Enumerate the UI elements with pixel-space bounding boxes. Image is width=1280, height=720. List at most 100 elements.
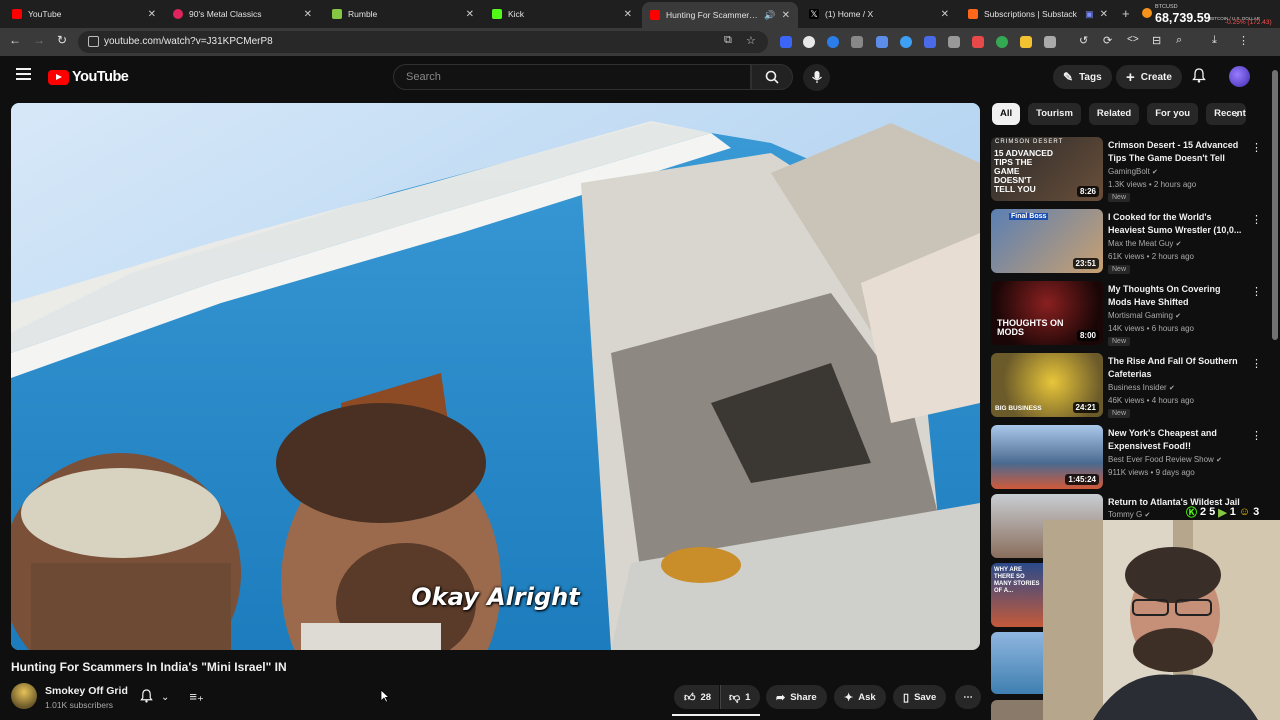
menu-dots-icon[interactable]: ⋮ xyxy=(1238,34,1249,47)
more-vertical-icon[interactable]: ⋮ xyxy=(1251,141,1262,154)
chip-tourism[interactable]: Tourism xyxy=(1028,103,1081,125)
video-thumbnail[interactable]: WHY ARE THERE SO MANY STORIES OF A... xyxy=(991,563,1043,627)
channel-name[interactable]: Smokey Off Grid xyxy=(45,685,128,697)
recommendation-title[interactable]: I Cooked for the World's Heaviest Sumo W… xyxy=(1108,211,1243,237)
recommendation-channel[interactable]: Tommy G ✔ xyxy=(1108,510,1150,519)
extension-icon[interactable] xyxy=(924,36,936,48)
browser-tab[interactable]: 𝕏 (1) Home / X ✕ xyxy=(801,3,957,25)
chip-all[interactable]: All xyxy=(992,103,1021,125)
screenshot-icon[interactable]: ⊟ xyxy=(1152,34,1161,47)
extension-icon[interactable] xyxy=(876,36,888,48)
more-vertical-icon[interactable]: ⋮ xyxy=(1251,285,1262,298)
extension-icon[interactable] xyxy=(803,36,815,48)
recommendation-title[interactable]: Crimson Desert - 15 Advanced Tips The Ga… xyxy=(1108,139,1243,165)
youtube-logo[interactable]: YouTube xyxy=(48,69,129,85)
reload-icon[interactable]: ↻ xyxy=(57,33,67,47)
like-button[interactable]: 👍︎ 28 xyxy=(674,685,720,709)
search-box[interactable] xyxy=(393,64,751,90)
recommendation-item[interactable]: 1:45:24 New York's Cheapest and Expensiv… xyxy=(991,425,1271,493)
search-button[interactable] xyxy=(751,64,793,90)
video-thumbnail[interactable] xyxy=(991,632,1043,694)
recommendation-channel[interactable]: Max the Meat Guy ✔ xyxy=(1108,239,1181,248)
download-icon[interactable]: ⤓ xyxy=(1212,34,1217,47)
more-vertical-icon[interactable]: ⋮ xyxy=(1251,357,1262,370)
close-tab-icon[interactable]: ✕ xyxy=(624,9,632,20)
video-thumbnail[interactable]: 1:45:24 xyxy=(991,425,1103,489)
create-button[interactable]: + Create xyxy=(1116,65,1182,89)
recommendation-title[interactable]: New York's Cheapest and Expensivest Food… xyxy=(1108,427,1243,453)
zoom-icon[interactable]: ⌕ xyxy=(1176,34,1182,47)
video-thumbnail[interactable]: Final Boss 23:51 xyxy=(991,209,1103,273)
extension-icon[interactable] xyxy=(851,36,863,48)
bookmark-star-icon[interactable]: ☆ xyxy=(746,34,756,47)
chip-related[interactable]: Related xyxy=(1088,103,1140,125)
more-vertical-icon[interactable]: ⋮ xyxy=(1251,213,1262,226)
video-thumbnail[interactable]: CRIMSON DESERT 15 ADVANCED TIPS THE GAME… xyxy=(991,137,1103,201)
recommendation-item[interactable]: BIG BUSINESS 24:21 The Rise And Fall Of … xyxy=(991,353,1271,421)
speaker-icon[interactable]: 🔊 xyxy=(764,10,775,21)
add-to-playlist-icon[interactable]: ≡₊ xyxy=(189,689,203,705)
sync-icon[interactable]: ⟳ xyxy=(1103,34,1112,47)
close-tab-icon[interactable]: ✕ xyxy=(941,9,949,20)
voice-search-button[interactable] xyxy=(803,64,830,91)
dislike-button[interactable]: 👎︎ 1 xyxy=(720,685,761,709)
search-input[interactable] xyxy=(406,71,736,83)
ask-button[interactable]: ✦ Ask xyxy=(834,685,886,709)
extension-icon[interactable] xyxy=(900,36,912,48)
video-player[interactable]: Okay Alright xyxy=(11,103,980,650)
new-tab-icon[interactable]: + xyxy=(1122,6,1130,21)
url-text[interactable]: youtube.com/watch?v=J31KPCMerP8 xyxy=(104,36,273,47)
forward-icon[interactable]: → xyxy=(33,33,45,47)
video-thumbnail[interactable] xyxy=(991,700,1043,720)
recommendation-item[interactable]: Final Boss 23:51 I Cooked for the World'… xyxy=(991,209,1271,277)
recommendation-title[interactable]: My Thoughts On Covering Mods Have Shifte… xyxy=(1108,283,1243,309)
extension-icon[interactable] xyxy=(948,36,960,48)
chip-recent[interactable]: Recent xyxy=(1206,103,1247,125)
recommendation-channel[interactable]: Business Insider ✔ xyxy=(1108,383,1175,392)
more-actions-button[interactable]: ⋯ xyxy=(955,685,981,709)
close-tab-icon[interactable]: ✕ xyxy=(782,10,790,21)
browser-tab-active[interactable]: Hunting For Scammers In Ind 🔊 ✕ xyxy=(642,2,798,28)
chevron-right-icon[interactable]: › xyxy=(1235,107,1239,121)
devtools-icon[interactable]: <> xyxy=(1127,34,1139,45)
share-button[interactable]: ➦ Share xyxy=(766,685,827,709)
recommendation-channel[interactable]: Mortismal Gaming ✔ xyxy=(1108,311,1181,320)
extension-icon[interactable] xyxy=(972,36,984,48)
more-vertical-icon[interactable]: ⋮ xyxy=(1251,429,1262,442)
save-button[interactable]: ▯ Save xyxy=(893,685,947,709)
video-thumbnail[interactable]: BIG BUSINESS 24:21 xyxy=(991,353,1103,417)
recommendation-channel[interactable]: Best Ever Food Review Show ✔ xyxy=(1108,455,1222,464)
cast-icon[interactable]: ⧉ xyxy=(724,34,732,47)
close-tab-icon[interactable]: ✕ xyxy=(466,9,474,20)
page-scrollbar[interactable] xyxy=(1272,70,1278,340)
browser-tab[interactable]: YouTube ✕ xyxy=(4,3,164,25)
close-tab-icon[interactable]: ✕ xyxy=(148,9,156,20)
close-tab-icon[interactable]: ✕ xyxy=(304,9,312,20)
subscription-controls[interactable]: ⌄ ≡₊ xyxy=(140,686,204,708)
tags-button[interactable]: ✎ Tags xyxy=(1053,65,1112,89)
address-bar[interactable]: youtube.com/watch?v=J31KPCMerP8 ⧉ ☆ xyxy=(78,31,768,53)
notifications-bell-icon[interactable] xyxy=(1192,68,1206,86)
channel-avatar[interactable] xyxy=(11,683,37,709)
bell-icon[interactable] xyxy=(140,688,153,706)
recommendation-item[interactable]: THOUGHTS ON MODS 8:00 My Thoughts On Cov… xyxy=(991,281,1271,349)
extension-icon[interactable] xyxy=(780,36,792,48)
browser-tab[interactable]: Subscriptions | Substack ▣ ✕ xyxy=(960,3,1116,25)
extension-icon[interactable] xyxy=(827,36,839,48)
recommendation-item[interactable]: CRIMSON DESERT 15 ADVANCED TIPS THE GAME… xyxy=(991,137,1271,205)
browser-tab[interactable]: Kick ✕ xyxy=(484,3,640,25)
hamburger-menu-icon[interactable] xyxy=(16,68,31,80)
browser-tab[interactable]: Rumble ✕ xyxy=(324,3,482,25)
recommendation-channel[interactable]: GamingBolt ✔ xyxy=(1108,167,1158,176)
account-avatar[interactable] xyxy=(1229,66,1250,87)
back-icon[interactable]: ← xyxy=(9,33,21,47)
chevron-down-icon[interactable]: ⌄ xyxy=(161,692,169,703)
extension-icon[interactable] xyxy=(1020,36,1032,48)
extension-icon[interactable] xyxy=(996,36,1008,48)
site-info-icon[interactable] xyxy=(88,36,99,47)
close-tab-icon[interactable]: ✕ xyxy=(1100,9,1108,20)
browser-tab[interactable]: 90's Metal Classics ✕ xyxy=(165,3,320,25)
video-thumbnail[interactable]: THOUGHTS ON MODS 8:00 xyxy=(991,281,1103,345)
recommendation-title[interactable]: The Rise And Fall Of Southern Cafeterias xyxy=(1108,355,1243,381)
history-icon[interactable]: ↺ xyxy=(1079,34,1088,47)
